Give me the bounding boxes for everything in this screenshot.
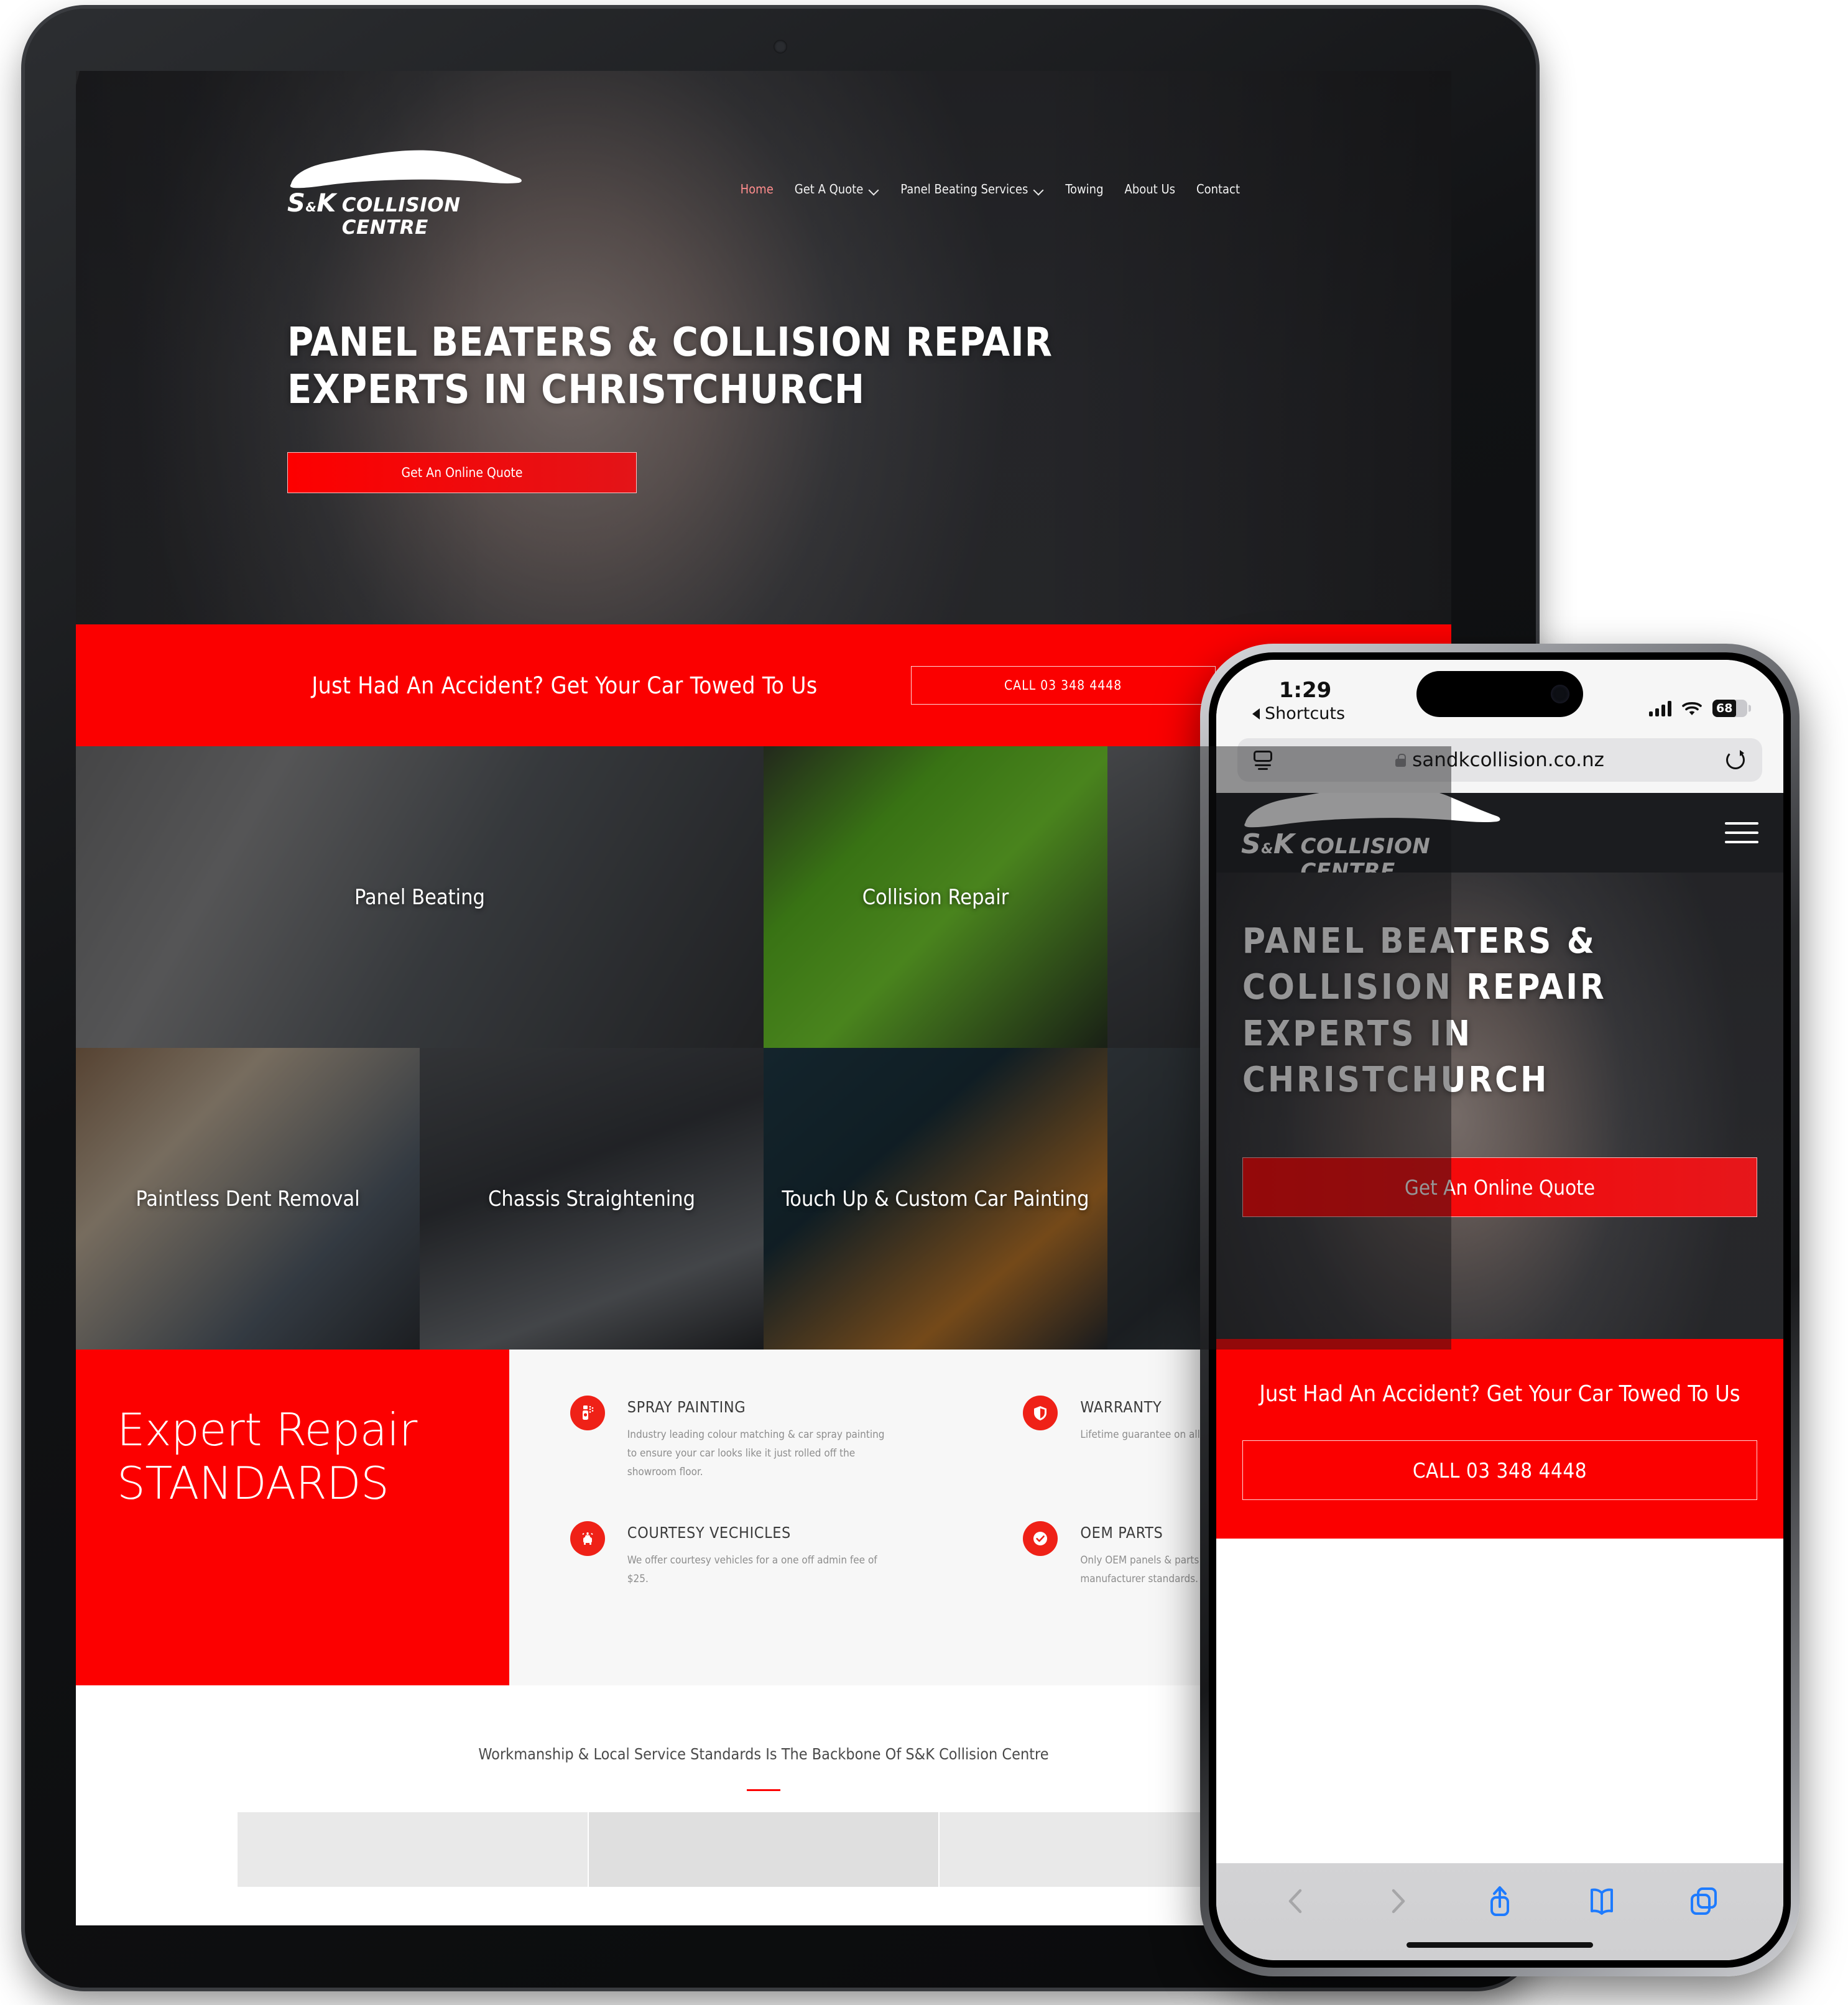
nav-item-towing[interactable]: Towing [1065,182,1103,197]
wifi-icon [1682,702,1702,715]
chevron-down-icon [869,187,879,192]
standards-heading-panel: Expert Repair STANDARDS [76,1350,509,1685]
logo-ampersand: & [305,200,317,215]
back-label: Shortcuts [1265,704,1346,723]
service-tile-panel-beating[interactable]: Panel Beating [76,746,764,1048]
front-camera-icon [1551,685,1569,703]
service-tile-touch-up-custom-car-painting[interactable]: Touch Up & Custom Car Painting [764,1048,1107,1350]
site-logo[interactable]: S & K COLLISION CENTRE [287,147,524,239]
service-tile-label: Paintless Dent Removal [136,1186,360,1211]
feature-description: Industry leading colour matching & car s… [627,1429,885,1478]
tabs-icon[interactable] [1684,1882,1723,1920]
service-tile-paintless-dent-removal[interactable]: Paintless Dent Removal [76,1048,420,1350]
feature-courtesy-vehicles: COURTESY VECHICLES We offer courtesy veh… [570,1521,974,1589]
service-tile-label: Panel Beating [354,884,485,910]
feature-title: COURTESY VECHICLES [627,1524,791,1542]
site-header [76,71,1451,164]
service-tile-chassis-straightening[interactable]: Chassis Straightening [420,1048,764,1350]
service-tile-label: Collision Repair [862,884,1009,910]
battery-icon: 68 [1712,700,1747,717]
main-navigation: Home Get A Quote Panel Beating Services … [741,182,1240,197]
tablet-camera-icon [774,40,787,53]
services-grid: Panel Beating Collision Repair Paintless… [76,746,1451,1350]
shield-icon [1023,1396,1058,1430]
car-silhouette-icon [290,150,522,188]
hamburger-menu-icon[interactable] [1725,822,1758,843]
battery-level: 68 [1716,702,1733,715]
status-left: 1:29 Shortcuts [1252,678,1408,723]
triangle-left-icon [1252,708,1260,720]
mobile-call-button[interactable]: CALL 03 348 4448 [1242,1440,1757,1500]
mobile-towing-banner: Just Had An Accident? Get Your Car Towed… [1216,1339,1783,1539]
footer-card [588,1812,939,1887]
hero-quote-button[interactable]: Get An Online Quote [287,452,637,494]
feature-description: We offer courtesy vehicles for a one off… [627,1554,877,1585]
reload-icon[interactable] [1725,749,1746,771]
service-tile-label: Touch Up & Custom Car Painting [782,1186,1089,1211]
status-right: 68 [1649,700,1747,723]
nav-label: Home [740,182,774,197]
nav-item-home[interactable]: Home [741,182,774,197]
service-tile-label: Chassis Straightening [487,1186,696,1211]
phone-status-bar: 1:29 Shortcuts 68 [1216,660,1783,727]
footer-divider [747,1789,780,1791]
logo-wordmark: S & K COLLISION CENTRE [287,189,524,239]
courtesy-car-icon [570,1521,605,1557]
chevron-down-icon [1034,187,1044,192]
check-badge-icon [1023,1521,1058,1557]
nav-label: Get A Quote [794,182,864,197]
back-to-shortcuts-link[interactable]: Shortcuts [1252,704,1408,723]
service-tile-collision-repair[interactable]: Collision Repair [764,746,1107,1048]
feature-title: SPRAY PAINTING [627,1398,746,1416]
back-icon[interactable] [1277,1882,1315,1920]
cellular-bars-icon [1649,700,1671,716]
towing-call-button[interactable]: CALL 03 348 4448 [910,666,1216,705]
mobile-towing-text: Just Had An Accident? Get Your Car Towed… [1259,1381,1740,1407]
hero-content: PANEL BEATERS & COLLISION REPAIR EXPERTS… [287,320,1053,494]
hero-heading: PANEL BEATERS & COLLISION REPAIR EXPERTS… [287,320,1053,413]
nav-label: About Us [1124,182,1175,197]
service-tile-extra-bottom[interactable] [1107,1048,1451,1350]
towing-banner-text: Just Had An Accident? Get Your Car Towed… [312,672,818,699]
footer-card [238,1812,588,1887]
nav-item-panel-beating-services[interactable]: Panel Beating Services [900,182,1044,197]
feature-spray-painting: SPRAY PAINTING Industry leading colour m… [570,1396,974,1481]
hero-section: S & K COLLISION CENTRE Home Get A Quote … [76,71,1451,624]
home-indicator [1407,1942,1593,1948]
nav-label: Contact [1196,182,1240,197]
bookmarks-icon[interactable] [1582,1882,1621,1920]
dynamic-island [1416,671,1583,717]
service-tile-extra-top[interactable] [1107,746,1451,1048]
logo-letter-s: S [287,189,306,218]
screenshot-canvas: S & K COLLISION CENTRE Home Get A Quote … [0,0,1848,2005]
nav-item-get-a-quote[interactable]: Get A Quote [795,182,880,197]
nav-label: Panel Beating Services [900,182,1028,197]
status-time: 1:29 [1278,678,1332,703]
share-icon[interactable] [1481,1882,1519,1920]
logo-words: COLLISION CENTRE [341,194,461,239]
nav-item-contact[interactable]: Contact [1196,182,1240,197]
spray-can-icon [570,1396,605,1430]
nav-label: Towing [1065,182,1104,197]
browser-bottom-toolbar [1216,1863,1783,1960]
standards-heading: Expert Repair STANDARDS [117,1404,417,1510]
nav-item-about-us[interactable]: About Us [1125,182,1175,197]
logo-letter-k: K [316,189,336,218]
forward-icon[interactable] [1379,1882,1417,1920]
